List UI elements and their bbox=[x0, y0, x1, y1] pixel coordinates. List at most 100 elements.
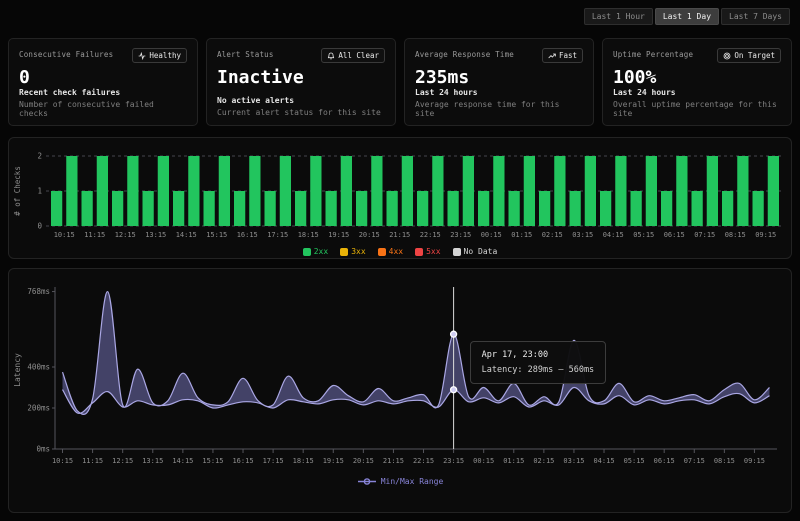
svg-text:200ms: 200ms bbox=[27, 404, 50, 413]
bar-chart-legend: 2xx 3xx 4xx 5xx No Data bbox=[9, 247, 791, 256]
healthy-badge: Healthy bbox=[132, 48, 187, 63]
legend-label: 2xx bbox=[314, 247, 328, 256]
svg-text:08:15: 08:15 bbox=[714, 457, 735, 465]
svg-text:01:15: 01:15 bbox=[503, 457, 524, 465]
all-clear-badge: All Clear bbox=[321, 48, 385, 63]
svg-text:23:15: 23:15 bbox=[450, 231, 471, 239]
svg-text:0: 0 bbox=[37, 222, 42, 231]
card-subtitle: No active alerts bbox=[217, 96, 385, 105]
badge-label: Healthy bbox=[149, 51, 181, 60]
svg-text:15:15: 15:15 bbox=[202, 457, 223, 465]
legend-swatch bbox=[378, 248, 386, 256]
latency-chart[interactable]: 0ms200ms400ms768msLatency10:1511:1512:15… bbox=[9, 275, 789, 473]
svg-text:18:15: 18:15 bbox=[293, 457, 314, 465]
svg-text:16:15: 16:15 bbox=[232, 457, 253, 465]
line-dot-icon bbox=[357, 477, 377, 486]
trending-up-icon bbox=[548, 52, 556, 60]
svg-text:13:15: 13:15 bbox=[142, 457, 163, 465]
checks-bar-chart-panel: 012# of Checks10:1511:1512:1513:1514:151… bbox=[8, 137, 792, 259]
svg-text:18:15: 18:15 bbox=[298, 231, 319, 239]
badge-label: On Target bbox=[734, 51, 775, 60]
card-consecutive-failures: Consecutive Failures Healthy 0 Recent ch… bbox=[8, 38, 198, 126]
svg-text:15:15: 15:15 bbox=[206, 231, 227, 239]
svg-text:00:15: 00:15 bbox=[473, 457, 494, 465]
card-title: Alert Status bbox=[217, 48, 274, 59]
svg-text:04:15: 04:15 bbox=[593, 457, 614, 465]
tooltip-timestamp: Apr 17, 23:00 bbox=[482, 350, 595, 360]
svg-text:11:15: 11:15 bbox=[84, 231, 105, 239]
svg-text:06:15: 06:15 bbox=[664, 231, 685, 239]
svg-text:0ms: 0ms bbox=[36, 445, 50, 454]
svg-text:03:15: 03:15 bbox=[572, 231, 593, 239]
legend-label: No Data bbox=[464, 247, 498, 256]
chart-tooltip: Apr 17, 23:00 Latency: 289ms – 560ms bbox=[470, 341, 607, 384]
svg-text:02:15: 02:15 bbox=[542, 231, 563, 239]
card-subtitle: Last 24 hours bbox=[415, 88, 583, 97]
svg-text:09:15: 09:15 bbox=[744, 457, 765, 465]
svg-text:03:15: 03:15 bbox=[563, 457, 584, 465]
fast-badge: Fast bbox=[542, 48, 583, 63]
svg-text:20:15: 20:15 bbox=[359, 231, 380, 239]
legend-item-2xx: 2xx bbox=[303, 247, 328, 256]
legend-swatch bbox=[415, 248, 423, 256]
card-title: Consecutive Failures bbox=[19, 48, 113, 59]
range-last-1-hour-button[interactable]: Last 1 Hour bbox=[584, 8, 653, 25]
legend-label: 5xx bbox=[426, 247, 440, 256]
card-value: Inactive bbox=[217, 67, 385, 88]
svg-text:05:15: 05:15 bbox=[624, 457, 645, 465]
svg-text:10:15: 10:15 bbox=[52, 457, 73, 465]
legend-label: Min/Max Range bbox=[381, 477, 444, 486]
svg-text:05:15: 05:15 bbox=[633, 231, 654, 239]
card-subtitle: Last 24 hours bbox=[613, 88, 781, 97]
card-description: Number of consecutive failed checks bbox=[19, 100, 187, 118]
latency-legend: Min/Max Range bbox=[9, 477, 791, 486]
card-description: Overall uptime percentage for this site bbox=[613, 100, 781, 118]
svg-text:768ms: 768ms bbox=[27, 287, 50, 296]
svg-text:04:15: 04:15 bbox=[603, 231, 624, 239]
svg-text:14:15: 14:15 bbox=[172, 457, 193, 465]
time-range-selector: Last 1 Hour Last 1 Day Last 7 Days bbox=[584, 8, 790, 25]
svg-text:08:15: 08:15 bbox=[725, 231, 746, 239]
svg-text:19:15: 19:15 bbox=[323, 457, 344, 465]
svg-text:20:15: 20:15 bbox=[353, 457, 374, 465]
legend-swatch bbox=[303, 248, 311, 256]
card-alert-status: Alert Status All Clear Inactive No activ… bbox=[206, 38, 396, 126]
svg-text:21:15: 21:15 bbox=[389, 231, 410, 239]
card-subtitle: Recent check failures bbox=[19, 88, 187, 97]
card-uptime-percentage: Uptime Percentage On Target 100% Last 24… bbox=[602, 38, 792, 126]
svg-text:02:15: 02:15 bbox=[533, 457, 554, 465]
svg-text:19:15: 19:15 bbox=[328, 231, 349, 239]
legend-label: 4xx bbox=[389, 247, 403, 256]
svg-text:17:15: 17:15 bbox=[267, 231, 288, 239]
on-target-badge: On Target bbox=[717, 48, 781, 63]
latency-chart-panel: 0ms200ms400ms768msLatency10:1511:1512:15… bbox=[8, 268, 792, 513]
card-value: 235ms bbox=[415, 67, 583, 88]
svg-text:07:15: 07:15 bbox=[694, 231, 715, 239]
card-title: Average Response Time bbox=[415, 48, 514, 59]
svg-text:23:15: 23:15 bbox=[443, 457, 464, 465]
card-average-response-time: Average Response Time Fast 235ms Last 24… bbox=[404, 38, 594, 126]
legend-item-3xx: 3xx bbox=[340, 247, 365, 256]
stat-cards: Consecutive Failures Healthy 0 Recent ch… bbox=[8, 38, 792, 126]
tooltip-latency-range: Latency: 289ms – 560ms bbox=[482, 365, 595, 375]
range-last-7-days-button[interactable]: Last 7 Days bbox=[721, 8, 790, 25]
svg-text:11:15: 11:15 bbox=[82, 457, 103, 465]
legend-swatch bbox=[453, 248, 461, 256]
svg-text:22:15: 22:15 bbox=[420, 231, 441, 239]
svg-text:14:15: 14:15 bbox=[176, 231, 197, 239]
svg-text:1: 1 bbox=[37, 187, 42, 196]
svg-text:10:15: 10:15 bbox=[54, 231, 75, 239]
svg-text:06:15: 06:15 bbox=[654, 457, 675, 465]
legend-label: 3xx bbox=[351, 247, 365, 256]
range-last-1-day-button[interactable]: Last 1 Day bbox=[655, 8, 719, 25]
svg-text:Latency: Latency bbox=[13, 353, 22, 387]
legend-item-5xx: 5xx bbox=[415, 247, 440, 256]
bell-icon bbox=[327, 52, 335, 60]
svg-text:12:15: 12:15 bbox=[115, 231, 136, 239]
card-description: Current alert status for this site bbox=[217, 108, 385, 117]
svg-text:01:15: 01:15 bbox=[511, 231, 532, 239]
legend-swatch bbox=[340, 248, 348, 256]
legend-item-no-data: No Data bbox=[453, 247, 498, 256]
checks-bar-chart[interactable]: 012# of Checks10:1511:1512:1513:1514:151… bbox=[9, 144, 789, 242]
card-value: 0 bbox=[19, 67, 187, 88]
